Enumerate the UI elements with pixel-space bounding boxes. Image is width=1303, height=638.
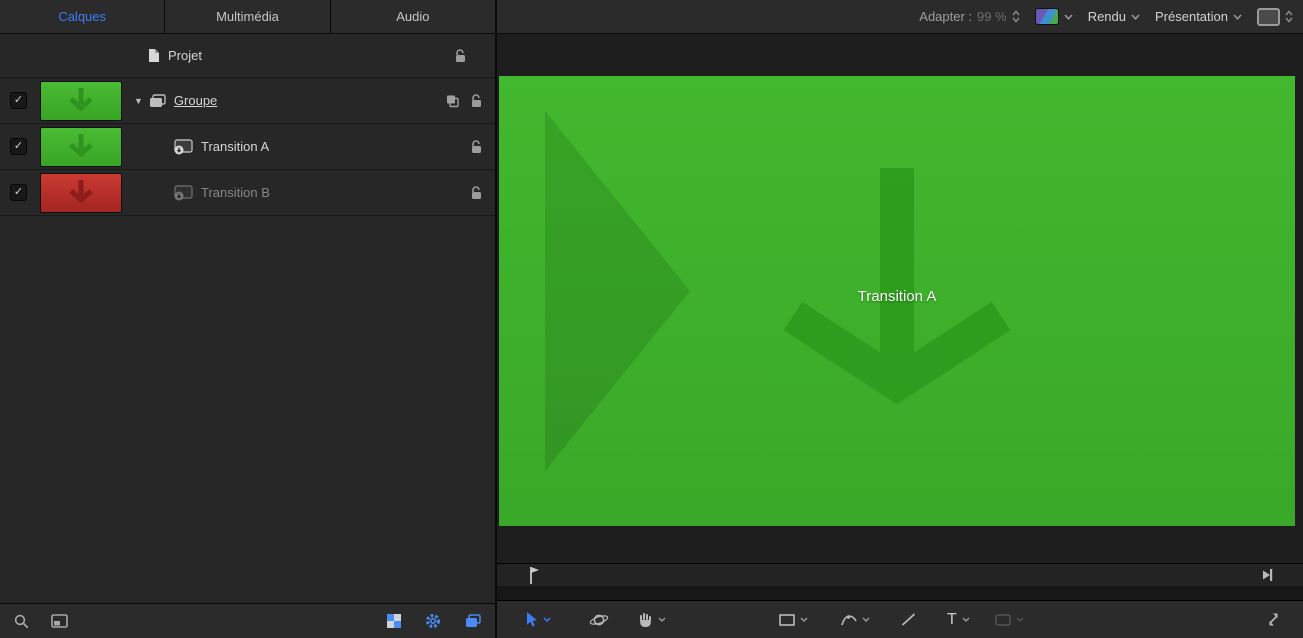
layer-thumbnail[interactable] (40, 173, 122, 213)
chevron-down-icon (1016, 617, 1024, 622)
chevron-down-icon (543, 617, 551, 622)
presentation-dropdown[interactable]: Présentation (1155, 9, 1242, 24)
layer-label[interactable]: Groupe (174, 93, 217, 108)
disclosure-triangle[interactable]: ▼ (134, 96, 143, 106)
resize-arrows-icon (1266, 612, 1281, 627)
cursor-icon (525, 611, 538, 628)
image-well[interactable] (995, 601, 1024, 638)
chevron-down-icon (862, 617, 870, 622)
orbit-tool[interactable] (589, 601, 609, 638)
presentation-label: Présentation (1155, 9, 1228, 24)
canvas[interactable]: Transition A (499, 76, 1295, 526)
lock-icon[interactable] (470, 186, 483, 200)
tab-multimedia[interactable]: Multimédia (165, 0, 330, 33)
transition-icon (173, 139, 193, 155)
transition-icon (173, 185, 193, 201)
rect-tool[interactable] (779, 601, 808, 638)
bezier-icon (841, 612, 857, 627)
render-dropdown[interactable]: Rendu (1088, 9, 1140, 24)
checkerboard-icon[interactable] (387, 614, 401, 628)
layer-thumbnail[interactable] (40, 81, 122, 121)
project-row[interactable]: Projet (0, 34, 495, 78)
lock-icon[interactable] (470, 140, 483, 154)
layers-panel-bottom-bar (0, 603, 495, 638)
tab-audio[interactable]: Audio (331, 0, 495, 33)
visibility-checkbox[interactable]: ✓ (10, 138, 27, 155)
search-icon[interactable] (14, 614, 29, 629)
project-file-icon (148, 48, 160, 63)
layer-thumbnail[interactable] (40, 127, 122, 167)
stepper-icon (1285, 10, 1293, 23)
layer-row-groupe[interactable]: ✓ ▼ Groupe (0, 78, 495, 124)
display-options-control[interactable] (1257, 8, 1293, 26)
pan-tool[interactable] (637, 601, 666, 638)
chevron-down-icon (1131, 14, 1140, 20)
visibility-checkbox[interactable]: ✓ (10, 92, 27, 109)
rectangle-icon (779, 614, 795, 626)
layer-row-transition-a[interactable]: ✓ Transition A (0, 124, 495, 170)
mini-timeline[interactable] (497, 564, 1303, 601)
layers-badge-icon[interactable] (465, 614, 481, 628)
color-swatch-dropdown[interactable] (1035, 8, 1073, 25)
tab-audio-label: Audio (396, 9, 429, 24)
layers-panel-empty-area (0, 216, 495, 603)
zoom-value: 99 % (977, 9, 1007, 24)
panel-tab-bar: Calques Multimédia Audio (0, 0, 495, 34)
viewer-pane: Adapter : 99 % Rendu Présentation (497, 0, 1303, 638)
tab-calques-label: Calques (58, 9, 106, 24)
chevron-down-icon (1064, 14, 1073, 20)
layer-row-transition-b[interactable]: ✓ Transition B (0, 170, 495, 216)
resize-handle[interactable] (1266, 601, 1281, 638)
orbit-icon (589, 612, 609, 628)
layer-label[interactable]: Transition A (201, 139, 269, 154)
group-icon (149, 94, 166, 108)
checkmark: ✓ (14, 95, 23, 106)
checkmark: ✓ (14, 141, 23, 152)
transition-overlay-text: Transition A (499, 288, 1295, 305)
down-arrow-shape (793, 168, 1001, 384)
layer-label[interactable]: Transition B (201, 185, 270, 200)
flag-icon[interactable] (446, 94, 459, 107)
gear-icon[interactable] (425, 613, 441, 629)
bezier-tool[interactable] (841, 601, 870, 638)
layers-panel: Calques Multimédia Audio Projet ✓ ▼ Grou (0, 0, 497, 638)
image-well-icon (995, 614, 1011, 626)
chevron-down-icon (962, 617, 970, 622)
motion-window: Calques Multimédia Audio Projet ✓ ▼ Grou (0, 0, 1303, 638)
zoom-fit-label: Adapter : (919, 9, 972, 24)
viewer-toolbar: Adapter : 99 % Rendu Présentation (497, 0, 1303, 34)
lock-icon[interactable] (470, 94, 483, 108)
tab-calques[interactable]: Calques (0, 0, 165, 33)
lock-icon[interactable] (454, 49, 467, 63)
visibility-checkbox[interactable]: ✓ (10, 184, 27, 201)
layout-toggle-icon[interactable] (51, 614, 68, 628)
hand-icon (637, 611, 653, 628)
display-icon (1257, 8, 1280, 26)
canvas-stage: Transition A (497, 34, 1303, 564)
text-tool[interactable]: T (947, 601, 970, 638)
tools-toolbar: T (497, 601, 1303, 638)
chevron-down-icon (800, 617, 808, 622)
project-label: Projet (168, 48, 202, 63)
line-tool[interactable] (901, 601, 916, 638)
line-icon (901, 613, 916, 626)
tab-multimedia-label: Multimédia (216, 9, 279, 24)
color-swatch (1035, 8, 1059, 25)
stepper-icon (1012, 10, 1020, 23)
text-tool-glyph: T (947, 611, 957, 629)
zoom-fit-control[interactable]: Adapter : 99 % (919, 9, 1019, 24)
checkmark: ✓ (14, 187, 23, 198)
chevron-down-icon (658, 617, 666, 622)
render-label: Rendu (1088, 9, 1126, 24)
chevron-down-icon (1233, 14, 1242, 20)
select-tool[interactable] (525, 601, 551, 638)
timeline-playhead-icon[interactable] (529, 566, 540, 585)
timeline-end-marker-icon[interactable] (1261, 568, 1273, 582)
